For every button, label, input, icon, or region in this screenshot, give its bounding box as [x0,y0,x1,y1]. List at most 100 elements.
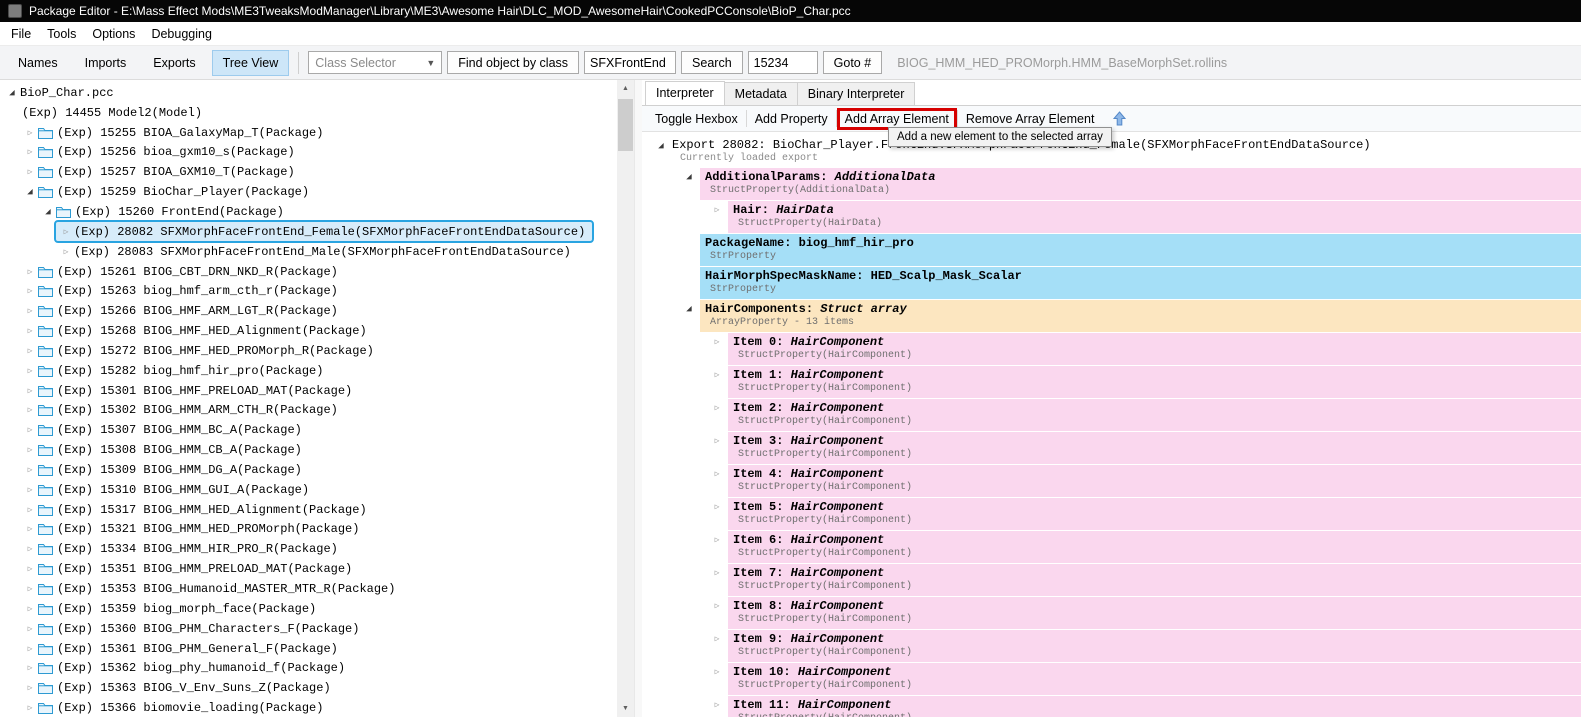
expand-icon[interactable]: ▷ [22,465,38,475]
expand-icon[interactable]: ▷ [22,604,38,614]
up-arrow-icon[interactable] [1112,111,1127,126]
expand-icon[interactable]: ▷ [706,201,728,233]
expand-icon[interactable]: ▷ [22,663,38,673]
expand-icon[interactable]: ▷ [706,366,728,398]
collapse-icon[interactable]: ◢ [678,300,700,332]
menu-file[interactable]: File [3,24,39,44]
property-row[interactable]: ▷ Item 9: HairComponent StructProperty(Hai… [650,630,1581,662]
tree-item-core[interactable]: ◢ BioP_Char.pcc [2,83,121,102]
property-row[interactable]: HairMorphSpecMaskName: HED_Scalp_Mask_Sc… [650,267,1581,299]
property-row[interactable]: ▷ Hair: HairData StructProperty(HairData) [650,201,1581,233]
property-row[interactable]: ▷ Item 0: HairComponent StructProperty(Hai… [650,333,1581,365]
toggle-hexbox-button[interactable]: Toggle Hexbox [647,108,746,130]
expand-icon[interactable]: ▷ [22,524,38,534]
tree-item[interactable]: ▷ (Exp) 15308 BIOG_HMM_CB_A(Package) [2,440,617,460]
expand-icon[interactable]: ▷ [706,465,728,497]
tree-item-core[interactable]: ▷ (Exp) 15266 BIOG_HMF_ARM_LGT_R(Package) [20,302,345,321]
property-band[interactable]: Item 8: HairComponent StructProperty(Hair… [728,597,1581,629]
tree-item-core[interactable]: ▷ (Exp) 15366 biomovie_loading(Package) [20,699,330,717]
tree-item[interactable]: ▷ (Exp) 15302 BIOG_HMM_ARM_CTH_R(Package) [2,401,617,421]
collapse-icon[interactable]: ◢ [678,168,700,200]
object-search-input[interactable] [584,51,677,74]
tree-item[interactable]: ▷ (Exp) 15282 biog_hmf_hir_pro(Package) [2,361,617,381]
property-row[interactable]: ◢ AdditionalParams: AdditionalData StructP… [650,168,1581,200]
tree-item-core[interactable]: ▷ (Exp) 15360 BIOG_PHM_Characters_F(Packa… [20,619,366,638]
tree-item-core[interactable]: ▷ (Exp) 15307 BIOG_HMM_BC_A(Package) [20,421,309,440]
tree-item-core[interactable]: ▷ (Exp) 15282 biog_hmf_hir_pro(Package) [20,361,330,380]
property-band[interactable]: HairComponents: Struct array ArrayPropert… [700,300,1581,332]
property-row[interactable]: ▷ Item 1: HairComponent StructProperty(Hai… [650,366,1581,398]
property-band[interactable]: Item 2: HairComponent StructProperty(Hair… [728,399,1581,431]
collapse-icon[interactable]: ◢ [4,88,20,98]
tree-item-core[interactable]: ▷ (Exp) 15353 BIOG_Humanoid_MASTER_MTR_R(… [20,580,402,599]
property-band[interactable]: Item 9: HairComponent StructProperty(Hair… [728,630,1581,662]
tree-item-core[interactable]: ▷ (Exp) 15334 BIOG_HMM_HIR_PRO_R(Package) [20,540,345,559]
add-property-button[interactable]: Add Property [747,108,836,130]
tree-item[interactable]: ▷ (Exp) 15309 BIOG_HMM_DG_A(Package) [2,460,617,480]
tree-item-core[interactable]: ▷ (Exp) 15361 BIOG_PHM_General_F(Package) [20,639,345,658]
expand-icon[interactable]: ▷ [58,227,74,237]
tree-item[interactable]: ▷ (Exp) 15359 biog_morph_face(Package) [2,599,617,619]
menu-debugging[interactable]: Debugging [143,24,219,44]
export-header[interactable]: ◢ Export 28082: BioChar_Player.FrontEnd.… [650,137,1581,152]
tree-item[interactable]: ▷ (Exp) 15266 BIOG_HMF_ARM_LGT_R(Package) [2,301,617,321]
property-band[interactable]: Item 4: HairComponent StructProperty(Hair… [728,465,1581,497]
tree-item-core[interactable]: ◢ (Exp) 15260 FrontEnd(Package) [38,202,291,221]
tree-item[interactable]: ▷ (Exp) 15263 biog_hmf_arm_cth_r(Package) [2,281,617,301]
tree-item-core[interactable]: ◢ (Exp) 15259 BioChar_Player(Package) [20,183,316,202]
menu-tools[interactable]: Tools [39,24,84,44]
tree-item-core[interactable]: ▷ (Exp) 15359 biog_morph_face(Package) [20,599,323,618]
expand-icon[interactable]: ▷ [22,445,38,455]
expand-icon[interactable]: ▷ [22,485,38,495]
tree-item-core[interactable]: ▷ (Exp) 15309 BIOG_HMM_DG_A(Package) [20,460,309,479]
property-row[interactable]: ▷ Item 5: HairComponent StructProperty(Hai… [650,498,1581,530]
tree-item[interactable]: ▷ (Exp) 15351 BIOG_HMM_PRELOAD_MAT(Packag… [2,559,617,579]
exports-button[interactable]: Exports [142,50,206,76]
expand-icon[interactable]: ▷ [22,584,38,594]
expand-icon[interactable]: ▷ [22,366,38,376]
tree-item[interactable]: ▷ (Exp) 15361 BIOG_PHM_General_F(Package) [2,639,617,659]
expand-icon[interactable]: ▷ [22,505,38,515]
expand-icon[interactable]: ▷ [706,333,728,365]
scrollbar-thumb[interactable] [618,99,633,151]
expand-icon[interactable]: ▷ [22,386,38,396]
expand-icon[interactable]: ▷ [706,630,728,662]
collapse-icon[interactable]: ◢ [22,187,38,197]
collapse-icon[interactable]: ◢ [40,207,56,217]
expand-icon[interactable]: ▷ [58,247,74,257]
expand-icon[interactable]: ▷ [22,326,38,336]
tree-item-core[interactable]: ▷ (Exp) 15301 BIOG_HMF_PRELOAD_MAT(Packag… [20,381,359,400]
tree-item-core[interactable]: ▷ (Exp) 28083 SFXMorphFaceFrontEnd_Male(S… [56,242,578,261]
tree-item-core[interactable]: ▷ (Exp) 15310 BIOG_HMM_GUI_A(Package) [20,480,316,499]
tree-item-core[interactable]: ▷ (Exp) 15268 BIOG_HMF_HED_Alignment(Pack… [20,322,374,341]
expand-icon[interactable]: ▷ [706,432,728,464]
tree-item-core[interactable]: (Exp) 14455 Model2(Model) [20,103,209,122]
tree-item[interactable]: ▷ (Exp) 15255 BIOA_GalaxyMap_T(Package) [2,123,617,143]
tree-scrollbar[interactable]: ▲ ▼ [617,80,634,717]
tree-item[interactable]: ▷ (Exp) 15257 BIOA_GXM10_T(Package) [2,162,617,182]
names-button[interactable]: Names [7,50,69,76]
expand-icon[interactable]: ▷ [22,267,38,277]
property-band[interactable]: Item 1: HairComponent StructProperty(Hair… [728,366,1581,398]
property-row[interactable]: ▷Item 11: HairComponentStructProperty(Ha… [650,696,1581,717]
property-band[interactable]: Item 10: HairComponent StructProperty(Hai… [728,663,1581,695]
property-band[interactable]: Item 7: HairComponent StructProperty(Hair… [728,564,1581,596]
tab-metadata[interactable]: Metadata [723,82,798,105]
expand-icon[interactable]: ▷ [706,597,728,629]
tree-item-core[interactable]: ▷ (Exp) 15272 BIOG_HMF_HED_PROMorph_R(Pac… [20,341,381,360]
expand-icon[interactable]: ▷ [22,644,38,654]
tree-item[interactable]: ▷ (Exp) 15366 biomovie_loading(Package) [2,698,617,717]
property-band[interactable]: Item 0: HairComponent StructProperty(Hair… [728,333,1581,365]
tree-item[interactable]: ▷ (Exp) 28083 SFXMorphFaceFrontEnd_Male(S… [2,242,617,262]
tree-item[interactable]: ▷ (Exp) 15353 BIOG_Humanoid_MASTER_MTR_R(… [2,579,617,599]
imports-button[interactable]: Imports [74,50,138,76]
expand-icon[interactable]: ▷ [22,128,38,138]
expand-icon[interactable]: ▷ [22,564,38,574]
scroll-up-icon[interactable]: ▲ [617,80,634,97]
tree-item[interactable]: ▷ (Exp) 15360 BIOG_PHM_Characters_F(Packa… [2,619,617,639]
property-band[interactable]: Item 3: HairComponent StructProperty(Hair… [728,432,1581,464]
property-row[interactable]: ▷ Item 7: HairComponent StructProperty(Hai… [650,564,1581,596]
property-band[interactable]: PackageName: biog_hmf_hir_pro StrProperty [700,234,1581,266]
expand-icon[interactable]: ▷ [22,624,38,634]
property-row[interactable]: ▷ Item 4: HairComponent StructProperty(Hai… [650,465,1581,497]
